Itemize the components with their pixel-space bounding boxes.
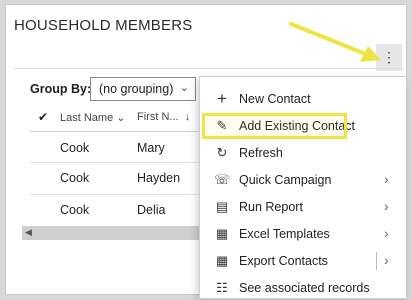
annotation-arrow xyxy=(289,22,381,62)
